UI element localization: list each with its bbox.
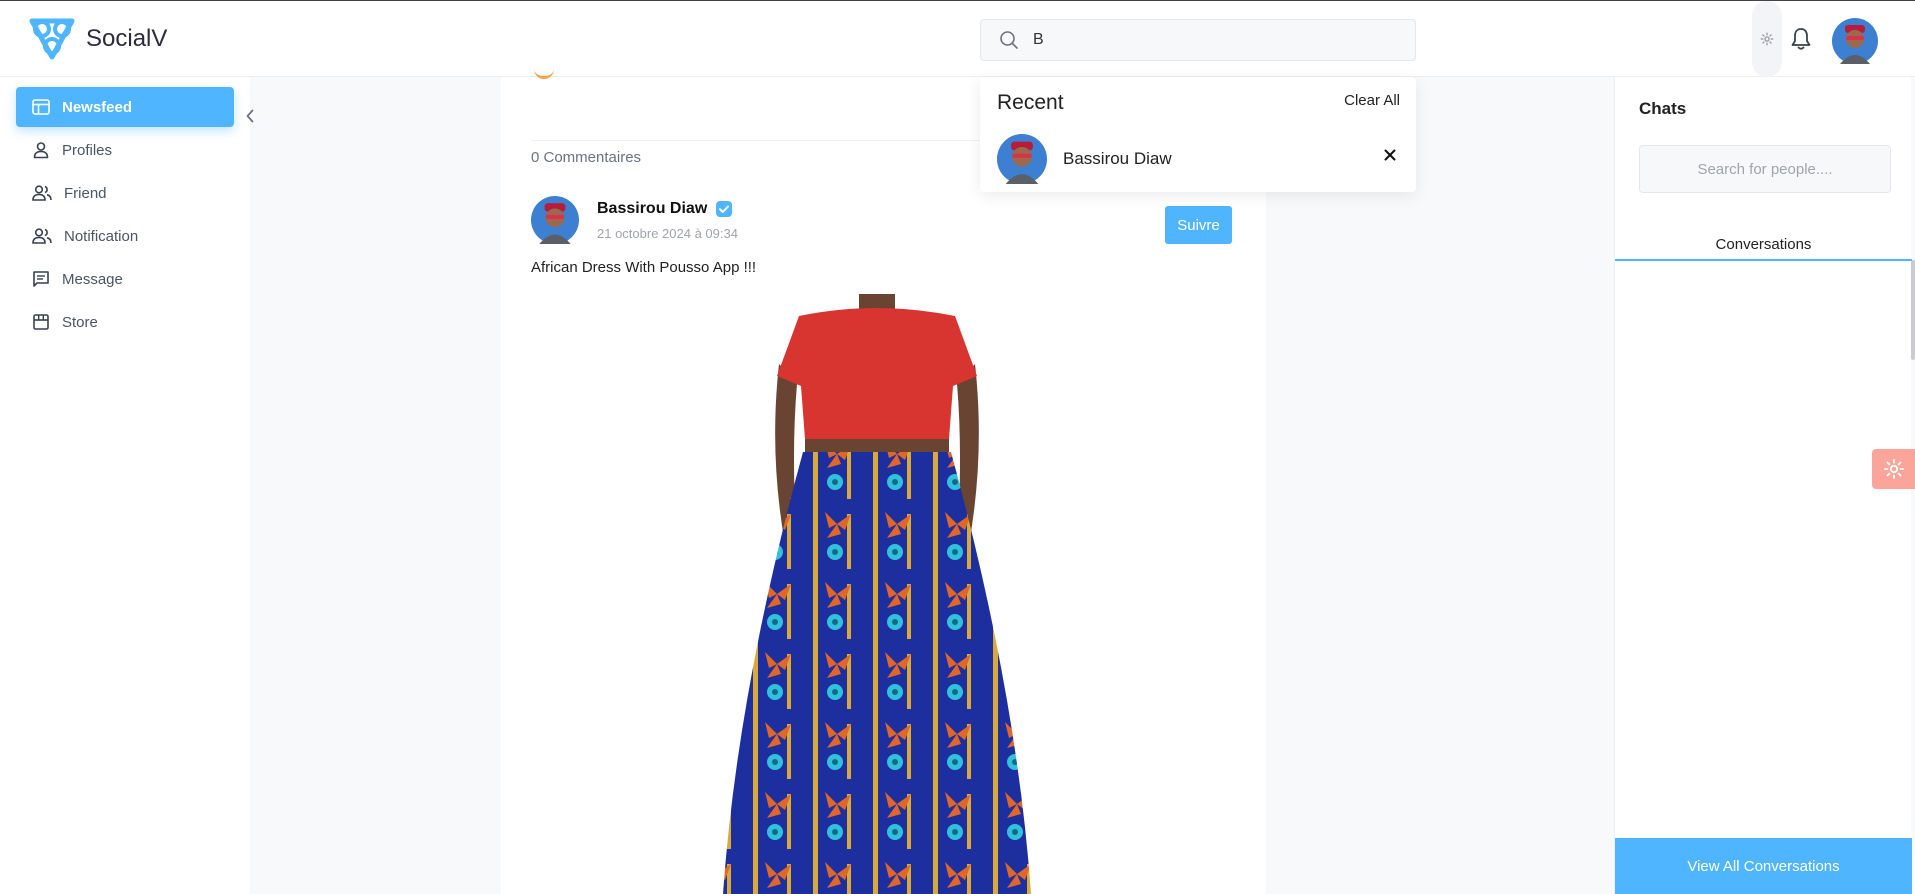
chats-search[interactable] bbox=[1639, 145, 1891, 193]
notifications-button[interactable] bbox=[1790, 27, 1812, 56]
result-avatar[interactable] bbox=[997, 134, 1047, 184]
post-author-avatar[interactable] bbox=[531, 196, 579, 244]
chats-title: Chats bbox=[1639, 99, 1687, 118]
sidebar-collapse-button[interactable] bbox=[240, 104, 260, 128]
avatar-image bbox=[1832, 18, 1878, 64]
brand-logo[interactable]: SocialV bbox=[28, 17, 167, 61]
post-text: African Dress With Pousso App !!! bbox=[531, 259, 757, 276]
post-image[interactable] bbox=[687, 294, 1067, 894]
brand-name: SocialV bbox=[86, 25, 168, 52]
bell-icon bbox=[1791, 28, 1811, 50]
view-all-conversations-button[interactable]: View All Conversations bbox=[1615, 838, 1912, 894]
sidebar-item-notification[interactable]: Notification bbox=[16, 216, 234, 256]
person-icon bbox=[33, 142, 49, 159]
sidebar-item-label: Profiles bbox=[62, 141, 113, 159]
follow-button[interactable]: Suivre bbox=[1165, 206, 1232, 244]
result-name[interactable]: Bassirou Diaw bbox=[1063, 149, 1172, 169]
post-card: 0 Commentaires Bassirou Diaw 21 octobre … bbox=[501, 76, 1266, 894]
sidebar-item-newsfeed[interactable]: Newsfeed bbox=[16, 87, 234, 127]
people-icon bbox=[32, 185, 52, 201]
theme-settings-button[interactable] bbox=[1872, 449, 1915, 489]
chats-search-input[interactable] bbox=[1645, 160, 1885, 178]
close-icon bbox=[1384, 149, 1396, 161]
user-avatar[interactable] bbox=[1832, 18, 1878, 64]
newsfeed-icon bbox=[32, 99, 50, 115]
scrollbar[interactable] bbox=[1911, 260, 1915, 360]
tab-conversations[interactable]: Conversations bbox=[1615, 229, 1912, 261]
remove-result-button[interactable] bbox=[1384, 145, 1396, 166]
sidebar-item-label: Friend bbox=[64, 184, 107, 202]
people-icon bbox=[32, 228, 52, 244]
sidebar-item-label: Message bbox=[62, 270, 123, 288]
sidebar-item-label: Notification bbox=[64, 227, 139, 245]
avatar-image bbox=[531, 196, 579, 244]
post-date: 21 octobre 2024 à 09:34 bbox=[597, 226, 738, 241]
store-icon bbox=[33, 314, 49, 330]
verified-badge-icon bbox=[716, 201, 733, 217]
post-image-picture bbox=[723, 294, 1031, 894]
sidebar-item-message[interactable]: Message bbox=[16, 259, 234, 299]
top-header: SocialV bbox=[0, 0, 1915, 77]
left-sidebar: Newsfeed Profiles Friend Notification Me… bbox=[0, 77, 250, 894]
sidebar-item-profiles[interactable]: Profiles bbox=[16, 130, 234, 170]
socialv-logo-icon bbox=[29, 18, 75, 60]
sidebar-item-friend[interactable]: Friend bbox=[16, 173, 234, 213]
sidebar-item-store[interactable]: Store bbox=[16, 302, 234, 342]
recent-title: Recent bbox=[997, 91, 1064, 114]
message-icon bbox=[33, 271, 49, 287]
sidebar-item-label: Newsfeed bbox=[62, 98, 133, 116]
global-search[interactable] bbox=[980, 19, 1416, 61]
chevron-left-icon bbox=[246, 109, 254, 123]
search-results-dropdown: Recent Clear All Bassirou Diaw bbox=[980, 77, 1416, 192]
search-input[interactable] bbox=[1033, 31, 1393, 49]
gear-icon bbox=[1760, 32, 1774, 46]
chats-panel: Chats Conversations View All Conversatio… bbox=[1614, 77, 1912, 894]
post-author[interactable]: Bassirou Diaw bbox=[597, 200, 733, 218]
gear-icon bbox=[1883, 458, 1904, 480]
post-author-name[interactable]: Bassirou Diaw bbox=[597, 200, 707, 218]
sidebar-item-label: Store bbox=[62, 313, 98, 331]
search-icon bbox=[1000, 31, 1018, 49]
clear-all-button[interactable]: Clear All bbox=[1344, 92, 1400, 109]
reaction-emoji-partial bbox=[534, 69, 554, 79]
avatar-image bbox=[997, 134, 1047, 184]
settings-button[interactable] bbox=[1752, 1, 1782, 77]
comments-count[interactable]: 0 Commentaires bbox=[531, 149, 641, 166]
